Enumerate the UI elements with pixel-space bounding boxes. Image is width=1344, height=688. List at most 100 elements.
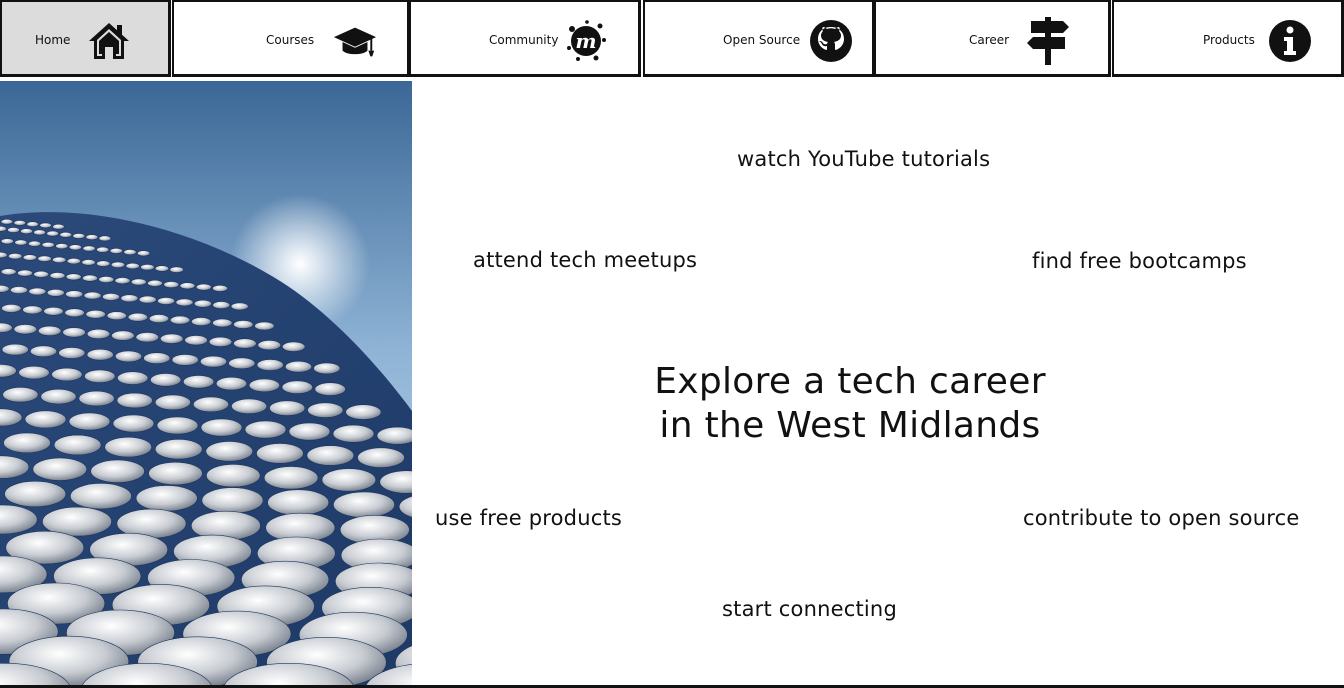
facade-disc xyxy=(68,244,82,251)
free-products-text: use free products xyxy=(435,506,623,530)
facade-disc xyxy=(65,273,82,281)
tab-career[interactable]: Career xyxy=(874,0,1111,77)
hero-building-image xyxy=(0,81,412,685)
facade-disc xyxy=(1,343,29,356)
facade-disc xyxy=(102,292,120,301)
tab-courses[interactable]: Courses xyxy=(172,0,410,77)
facade-disc xyxy=(46,288,65,297)
facade-disc xyxy=(90,459,145,483)
facade-disc xyxy=(64,308,85,318)
facade-disc xyxy=(170,315,191,325)
facade-disc xyxy=(117,371,149,385)
facade-disc xyxy=(156,416,199,435)
facade-disc xyxy=(332,424,375,443)
facade-disc xyxy=(233,320,254,329)
facade-disc xyxy=(135,485,198,512)
github-icon xyxy=(808,18,854,64)
facade-disc xyxy=(288,422,331,441)
facade-disc xyxy=(110,261,126,269)
facade-disc xyxy=(157,297,176,305)
facade-disc xyxy=(37,255,52,262)
facade-disc xyxy=(55,243,69,250)
facade-disc xyxy=(112,414,155,433)
facade-disc xyxy=(140,264,155,271)
facade-disc xyxy=(104,436,152,458)
facade-disc xyxy=(10,286,28,294)
facade-disc xyxy=(46,230,60,237)
facade-disc xyxy=(96,260,111,267)
facade-disc xyxy=(376,426,412,445)
facade-disc xyxy=(22,305,43,315)
facade-disc xyxy=(184,335,208,346)
facade-disc xyxy=(147,279,163,287)
tab-home[interactable]: Home xyxy=(0,0,171,77)
facade-disc xyxy=(65,290,84,299)
facade-disc xyxy=(106,311,127,321)
facade-disc xyxy=(58,347,86,359)
facade-disc xyxy=(1,303,22,313)
facade-disc xyxy=(114,277,131,285)
facade-disc xyxy=(206,464,261,488)
facade-disc xyxy=(84,369,116,383)
facade-disc xyxy=(68,412,111,431)
facade-disc xyxy=(62,327,86,338)
facade-disc xyxy=(171,354,199,366)
headline-line-1: Explore a tech career xyxy=(654,361,1046,402)
facade-disc xyxy=(160,333,184,344)
facade-disc xyxy=(345,404,382,420)
facade-disc xyxy=(51,367,83,382)
facade-disc xyxy=(137,250,151,257)
facade-disc xyxy=(282,341,306,352)
facade-disc xyxy=(0,268,17,276)
facade-disc xyxy=(179,282,196,290)
facade-disc xyxy=(52,223,65,230)
main-nav: Home Courses Community m Open Source Car… xyxy=(0,0,1344,81)
start-connecting-text: start connecting xyxy=(722,597,897,621)
facade-disc xyxy=(8,253,23,260)
facade-disc xyxy=(256,443,304,464)
facade-disc xyxy=(83,291,102,300)
tab-open-source[interactable]: Open Source xyxy=(643,0,875,77)
facade-disc xyxy=(233,338,257,349)
facade-disc xyxy=(0,238,14,245)
info-icon xyxy=(1267,18,1313,64)
facade-disc xyxy=(2,387,39,403)
facade-disc xyxy=(85,234,99,241)
facade-disc xyxy=(333,491,395,518)
facade-disc xyxy=(39,222,52,229)
tab-courses-label: Courses xyxy=(266,33,315,47)
facade-disc xyxy=(269,400,306,416)
facade-disc xyxy=(257,340,281,351)
facade-disc xyxy=(111,330,135,341)
tab-community-label: Community xyxy=(489,33,559,47)
facade-disc xyxy=(14,239,28,246)
facade-disc xyxy=(27,240,42,247)
facade-disc xyxy=(130,278,147,286)
open-source-text: contribute to open source xyxy=(1023,506,1300,530)
facade-disc xyxy=(281,380,313,394)
facade-disc xyxy=(154,394,191,411)
facade-disc xyxy=(49,272,66,280)
facade-disc xyxy=(191,317,212,326)
facade-disc xyxy=(248,378,280,393)
facade-disc xyxy=(29,345,57,358)
facade-disc xyxy=(200,418,243,437)
facade-disc xyxy=(17,269,33,277)
tab-community[interactable]: Community m xyxy=(409,0,641,77)
facade-disc xyxy=(175,298,194,307)
facade-disc xyxy=(200,355,228,368)
facade-disc xyxy=(98,235,112,242)
tab-career-label: Career xyxy=(969,33,1010,47)
facade-disc xyxy=(231,398,268,414)
facade-disc xyxy=(212,318,233,328)
facade-disc xyxy=(82,274,98,282)
facade-disc xyxy=(267,489,330,516)
facade-disc xyxy=(33,229,46,236)
facade-disc xyxy=(321,468,377,492)
facade-disc xyxy=(96,246,110,253)
tab-products[interactable]: Products xyxy=(1112,0,1344,77)
facade-disc xyxy=(78,390,115,407)
facade-disc xyxy=(22,254,37,261)
facade-disc xyxy=(18,365,50,380)
facade-disc xyxy=(26,221,40,227)
